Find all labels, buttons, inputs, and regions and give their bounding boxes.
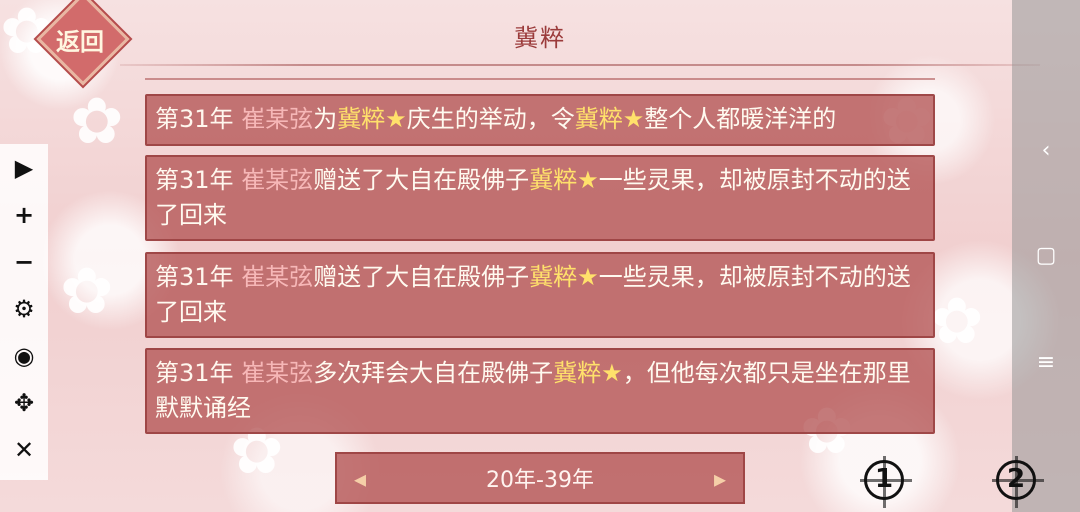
system-nav-bar: ‹ ▢ ≡: [1012, 0, 1080, 512]
event-year: 第31年: [155, 166, 234, 194]
zoom-out-icon[interactable]: −: [6, 244, 42, 280]
event-message: 第31年 崔某弦多次拜会大自在殿佛子冀粹★，但他每次都只是坐在那里默默诵经: [145, 348, 935, 434]
settings-icon[interactable]: ⚙: [6, 291, 42, 327]
move-icon[interactable]: ✥: [6, 385, 42, 421]
event-message: 第31年 崔某弦为冀粹★庆生的举动，令冀粹★整个人都暖洋洋的: [145, 94, 935, 146]
left-toolbar: ▶ + − ⚙ ◉ ✥ ✕: [0, 144, 48, 480]
system-home-icon[interactable]: ▢: [1012, 235, 1080, 275]
actor-name: 崔某弦: [241, 166, 314, 194]
event-year: 第31年: [155, 359, 234, 387]
back-button-label: 返回: [56, 28, 104, 56]
page-1-button[interactable]: 1: [860, 456, 912, 508]
system-back-icon[interactable]: ‹: [1012, 130, 1080, 170]
target-name: 冀粹★: [529, 263, 599, 291]
flower-decoration: ✿: [930, 285, 984, 359]
year-range-label[interactable]: 20年-39年: [486, 462, 594, 494]
flower-decoration: ✿: [60, 255, 114, 329]
target-name: 冀粹★: [553, 359, 623, 387]
event-year: 第31年: [155, 263, 234, 291]
event-text: 赠送了大自在殿佛子: [313, 166, 530, 194]
close-icon[interactable]: ✕: [6, 432, 42, 468]
prev-page-icon[interactable]: ◂: [345, 464, 375, 494]
list-top-divider: [145, 78, 935, 80]
zoom-in-icon[interactable]: +: [6, 197, 42, 233]
event-text: 为: [313, 105, 338, 133]
page-2-button[interactable]: 2: [992, 456, 1044, 508]
event-year: 第31年: [155, 105, 234, 133]
event-message: 第31年 崔某弦赠送了大自在殿佛子冀粹★一些灵果，却被原封不动的送了回来: [145, 155, 935, 241]
event-text: 庆生的举动，令: [406, 105, 575, 133]
page-1-label: 1: [874, 464, 894, 494]
event-text: 赠送了大自在殿佛子: [313, 263, 530, 291]
target-name: 冀粹★: [337, 105, 407, 133]
next-page-icon[interactable]: ▸: [705, 464, 735, 494]
hide-icon[interactable]: ◉: [6, 338, 42, 374]
page-title: 冀粹: [514, 24, 566, 52]
actor-name: 崔某弦: [241, 263, 314, 291]
page-2-label: 2: [1006, 464, 1026, 494]
event-text: 整个人都暖洋洋的: [644, 105, 837, 133]
event-message: 第31年 崔某弦赠送了大自在殿佛子冀粹★一些灵果，却被原封不动的送了回来: [145, 252, 935, 338]
actor-name: 崔某弦: [241, 105, 314, 133]
flower-decoration: ✿: [70, 85, 124, 159]
event-text: 多次拜会大自在殿佛子: [313, 359, 554, 387]
play-icon[interactable]: ▶: [6, 150, 42, 186]
target-name: 冀粹★: [529, 166, 599, 194]
actor-name: 崔某弦: [241, 359, 314, 387]
target-name: 冀粹★: [574, 105, 645, 133]
system-menu-icon[interactable]: ≡: [1012, 342, 1080, 382]
header-divider: [120, 64, 1040, 66]
back-button[interactable]: 返回: [36, 0, 130, 86]
year-range-pager: ◂ 20年-39年 ▸: [335, 452, 745, 504]
